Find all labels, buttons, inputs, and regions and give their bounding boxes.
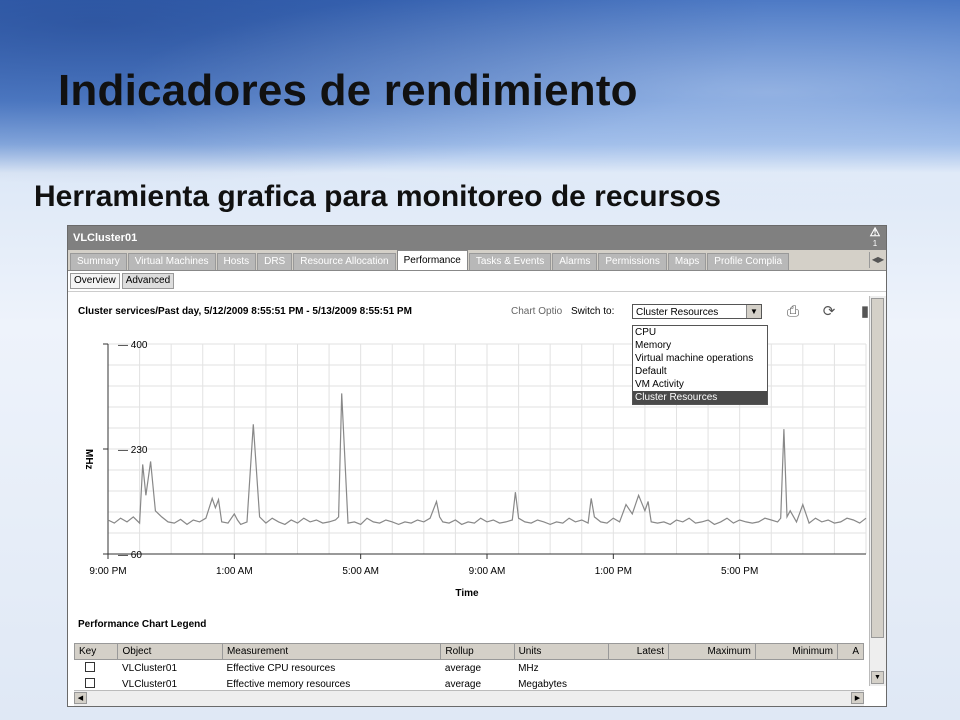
switch-to-dropdown: CPU Memory Virtual machine operations Defau… (632, 325, 768, 405)
chevron-down-icon[interactable]: ▼ (746, 305, 761, 318)
subtab-advanced[interactable]: Advanced (121, 273, 175, 289)
x-tick-label: 9:00 PM (89, 566, 126, 577)
y-tick-label: — 230 (118, 445, 148, 456)
dropdown-option[interactable]: Default (633, 365, 767, 378)
slide-title: Indicadores de rendimiento (58, 66, 638, 115)
legend-cell: VLCluster01 (121, 662, 178, 674)
x-tick-label: 5:00 AM (342, 566, 379, 577)
vsphere-window: VLCluster01 ⚠ 1 Summary Virtual Machines Ho… (67, 225, 887, 707)
vertical-scrollbar[interactable]: ▼ (869, 296, 886, 686)
scroll-left-icon[interactable]: ◀ (74, 692, 87, 704)
x-axis-label: Time (455, 588, 479, 599)
tab-tasks-events[interactable]: Tasks & Events (468, 253, 552, 270)
chart-header: Cluster services/Past day, 5/12/2009 8:5… (78, 306, 412, 317)
alert-count: 1 (872, 239, 878, 248)
legend-title: Performance Chart Legend (78, 619, 207, 630)
dropdown-option[interactable]: Cluster Resources (633, 391, 767, 404)
tab-alarms[interactable]: Alarms (552, 253, 598, 270)
x-tick-label: 1:00 AM (216, 566, 253, 577)
y-tick-label: — 60 (118, 550, 142, 561)
horizontal-scrollbar[interactable]: ◀ ▶ (74, 690, 864, 706)
x-tick-label: 1:00 PM (595, 566, 632, 577)
tab-bar: Summary Virtual Machines Hosts DRS Resource … (68, 250, 886, 271)
legend-column-header[interactable]: Units (513, 643, 609, 660)
legend-column-header[interactable]: Maximum (668, 643, 756, 660)
alert-icon[interactable]: ⚠ 1 (868, 226, 882, 249)
legend-table: Key Object Measurement Rollup Units Latest Max… (73, 643, 865, 692)
dropdown-option[interactable]: Virtual machine operations (633, 352, 767, 365)
x-tick-label: 5:00 PM (721, 566, 758, 577)
scroll-down-icon[interactable]: ▼ (871, 671, 884, 684)
tab-summary[interactable]: Summary (70, 253, 127, 270)
legend-column-header[interactable]: Key (73, 643, 119, 660)
checkbox-icon[interactable] (84, 677, 95, 688)
legend-column-header[interactable]: Rollup (440, 643, 515, 660)
view-subtabs: Overview Advanced (68, 271, 886, 292)
tab-hosts[interactable]: Hosts (216, 253, 257, 270)
slide-subtitle: Herramienta grafica para monitoreo de re… (34, 180, 721, 213)
legend-row[interactable]: VLCluster01 Effective CPU resources averag… (75, 660, 864, 677)
y-tick-label: — 400 (118, 340, 148, 351)
legend-cell (837, 660, 863, 677)
window-title: VLCluster01 (73, 232, 138, 244)
tab-permissions[interactable]: Permissions (598, 253, 667, 270)
legend-cell (608, 660, 668, 677)
legend-column-header[interactable]: Measurement (221, 643, 442, 660)
dropdown-option[interactable]: Memory (633, 339, 767, 352)
refresh-icon[interactable]: ⟳ (820, 303, 838, 321)
checkbox-icon[interactable] (84, 661, 95, 672)
legend-column-header[interactable]: A (836, 643, 865, 660)
subtab-overview[interactable]: Overview (70, 273, 120, 289)
y-axis-label: MHz (83, 449, 94, 470)
legend-cell (669, 660, 756, 677)
chart-options-link[interactable]: Chart Optio (511, 306, 562, 317)
legend-cell (755, 660, 837, 677)
tab-maps[interactable]: Maps (667, 253, 707, 270)
dropdown-option[interactable]: VM Activity (633, 378, 767, 391)
print-icon[interactable]: ⎙ (784, 303, 802, 321)
scroll-right-icon[interactable]: ▶ (851, 692, 864, 704)
tab-profile-complia[interactable]: Profile Complia (707, 253, 790, 270)
tab-performance[interactable]: Performance (396, 250, 468, 270)
switch-to-label: Switch to: (571, 306, 615, 317)
tab-drs[interactable]: DRS (257, 253, 293, 270)
dropdown-option[interactable]: CPU (633, 326, 767, 339)
legend-cell: average (444, 662, 482, 674)
legend-column-header[interactable]: Latest (607, 643, 670, 660)
switch-to-value: Cluster Resources (636, 307, 719, 318)
window-titlebar: VLCluster01 ⚠ 1 (68, 226, 886, 250)
tab-scroll-arrows[interactable]: ◀▶ (869, 252, 886, 268)
legend-key-checkbox[interactable] (75, 660, 118, 677)
switch-to-select[interactable]: Cluster Resources ▼ (632, 304, 762, 319)
tab-resource-allocation[interactable]: Resource Allocation (293, 253, 396, 270)
legend-column-header[interactable]: Minimum (754, 643, 838, 660)
legend-column-header[interactable]: Object (117, 643, 223, 660)
x-tick-label: 9:00 AM (469, 566, 506, 577)
legend-cell: MHz (518, 662, 539, 674)
legend-cell: Effective CPU resources (226, 662, 336, 674)
tab-virtual-machines[interactable]: Virtual Machines (127, 253, 216, 270)
scroll-thumb[interactable] (871, 298, 884, 638)
